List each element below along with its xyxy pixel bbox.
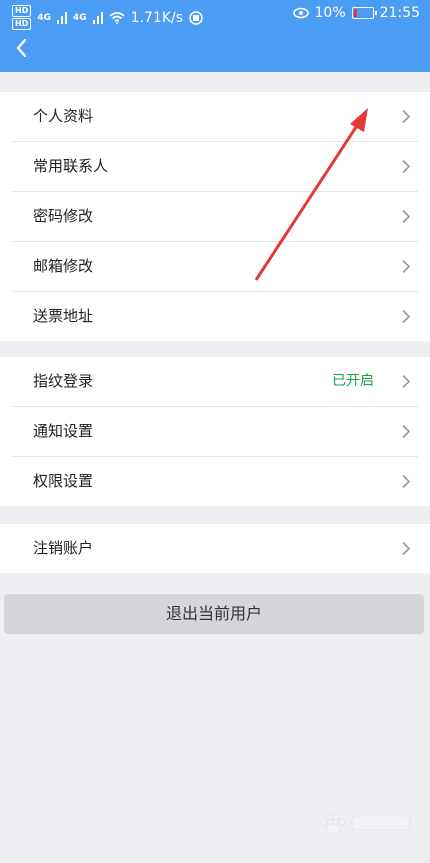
menu-item-label: 常用联系人 xyxy=(33,157,109,175)
menu-item-fingerprint-login[interactable]: 指纹登录 已开启 xyxy=(12,357,418,407)
app-header: HD HD 4G 4G 1.71K/s 10% 21:55 xyxy=(0,0,430,72)
battery-icon xyxy=(351,7,377,19)
chevron-right-icon xyxy=(402,159,411,174)
chevron-right-icon xyxy=(402,109,411,124)
settings-group-account: 个人资料 常用联系人 密码修改 邮箱修改 送票地址 xyxy=(0,92,430,341)
chevron-right-icon xyxy=(402,209,411,224)
battery-percent: 10% xyxy=(314,5,346,21)
menu-item-ticket-address[interactable]: 送票地址 xyxy=(12,292,418,341)
menu-item-label: 个人资料 xyxy=(33,107,94,125)
menu-item-label: 邮箱修改 xyxy=(33,257,94,275)
menu-item-label: 注销账户 xyxy=(33,539,94,557)
logout-button[interactable]: 退出当前用户 xyxy=(4,594,424,634)
menu-item-profile[interactable]: 个人资料 xyxy=(12,92,418,142)
chevron-right-icon xyxy=(402,424,411,439)
eye-icon xyxy=(292,7,309,19)
signal-bars-icon xyxy=(57,11,67,24)
status-value-enabled: 已开启 xyxy=(332,373,374,389)
signal-bars-icon xyxy=(92,11,103,24)
signal-icon: 4G xyxy=(73,12,87,23)
clock: 21:55 xyxy=(379,5,420,21)
baidu-watermark-logo xyxy=(320,813,411,835)
menu-item-label: 指纹登录 xyxy=(33,372,94,390)
menu-item-notification-settings[interactable]: 通知设置 xyxy=(12,407,418,457)
signal-icon: 4G xyxy=(37,12,51,23)
menu-item-label: 送票地址 xyxy=(33,307,94,325)
menu-item-label: 密码修改 xyxy=(33,207,94,225)
menu-item-password[interactable]: 密码修改 xyxy=(12,192,418,242)
settings-group-security: 指纹登录 已开启 通知设置 权限设置 xyxy=(0,357,430,506)
menu-item-label: 通知设置 xyxy=(33,422,94,440)
chevron-right-icon xyxy=(402,309,411,324)
chevron-right-icon xyxy=(402,374,411,389)
chevron-right-icon xyxy=(402,259,411,274)
hd-badge: HD xyxy=(12,5,32,17)
hd-badge: HD xyxy=(12,18,32,30)
chevron-right-icon xyxy=(402,541,411,556)
app-notification-icon xyxy=(189,10,203,25)
network-speed: 1.71K/s xyxy=(130,9,184,26)
status-bar: HD HD 4G 4G 1.71K/s 10% 21:55 xyxy=(0,0,430,30)
menu-item-permission-settings[interactable]: 权限设置 xyxy=(12,457,418,506)
chevron-left-icon[interactable] xyxy=(10,36,34,60)
settings-group-account-deletion: 注销账户 xyxy=(0,524,430,573)
menu-item-email[interactable]: 邮箱修改 xyxy=(12,242,418,292)
menu-item-cancel-account[interactable]: 注销账户 xyxy=(12,524,418,573)
wifi-icon xyxy=(109,11,125,24)
menu-item-label: 权限设置 xyxy=(33,472,94,490)
menu-item-contacts[interactable]: 常用联系人 xyxy=(12,142,418,192)
chevron-right-icon xyxy=(402,474,411,489)
